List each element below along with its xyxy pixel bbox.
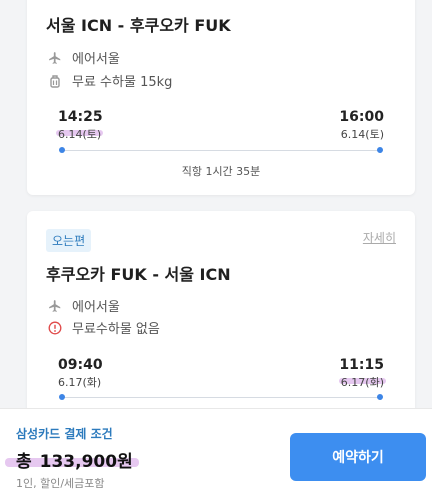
inbound-depart-dot xyxy=(59,394,65,400)
inbound-baggage: 무료수하물 없음 xyxy=(72,322,160,337)
inbound-route: 후쿠오카 FUK - 서울 ICN xyxy=(46,265,231,284)
outbound-route: 서울 ICN - 후쿠오카 FUK xyxy=(46,16,231,35)
outbound-baggage: 무료 수하물 15kg xyxy=(72,75,173,90)
card-condition: 삼성카드 결제 조건 xyxy=(16,427,113,441)
outbound-depart-date: 6.14(토) xyxy=(58,128,102,141)
airplane-icon xyxy=(48,51,62,65)
outbound-baggage-row: 무료 수하물 15kg xyxy=(48,71,172,90)
outbound-duration: 직항 1시간 35분 xyxy=(181,165,261,178)
total-label: 총 xyxy=(16,452,32,472)
inbound-airline: 에어서울 xyxy=(72,300,120,315)
inbound-baggage-row: 무료수하물 없음 xyxy=(48,318,160,337)
total-price-row: 총 133,900원 xyxy=(16,447,133,472)
inbound-arrive-dot xyxy=(377,394,383,400)
warning-circle-icon xyxy=(48,321,62,335)
outbound-arrive-time: 16:00 xyxy=(339,109,384,125)
inbound-arrive-date: 6.17(화) xyxy=(340,376,384,389)
airplane-icon xyxy=(48,299,62,313)
outbound-arrive-date: 6.14(토) xyxy=(340,128,384,141)
booking-bar: 삼성카드 결제 조건 총 133,900원 1인, 할인/세금포함 예약하기 xyxy=(0,408,432,495)
outbound-depart-time: 14:25 xyxy=(58,109,103,125)
luggage-icon xyxy=(48,74,62,88)
inbound-airline-row: 에어서울 xyxy=(48,296,120,315)
inbound-depart-time: 09:40 xyxy=(58,357,103,373)
outbound-airline-row: 에어서울 xyxy=(48,48,120,67)
outbound-flight-card[interactable]: 서울 ICN - 후쿠오카 FUK 에어서울 무료 수하물 15kg 14:25… xyxy=(27,0,415,195)
outbound-airline: 에어서울 xyxy=(72,52,120,67)
outbound-depart-dot xyxy=(59,147,65,153)
inbound-flight-card[interactable]: 오는편 자세히 후쿠오카 FUK - 서울 ICN 에어서울 무료수하물 없음 … xyxy=(27,211,415,426)
inbound-arrive-time: 11:15 xyxy=(339,357,384,373)
detail-link[interactable]: 자세히 xyxy=(363,229,396,246)
outbound-arrive-dot xyxy=(377,147,383,153)
inbound-timeline xyxy=(62,397,380,398)
inbound-depart-date: 6.17(화) xyxy=(58,376,102,389)
inbound-badge: 오는편 xyxy=(46,229,92,252)
total-price: 133,900원 xyxy=(39,452,133,472)
price-note: 1인, 할인/세금포함 xyxy=(16,477,105,490)
outbound-timeline xyxy=(62,150,380,151)
book-button[interactable]: 예약하기 xyxy=(290,433,426,481)
